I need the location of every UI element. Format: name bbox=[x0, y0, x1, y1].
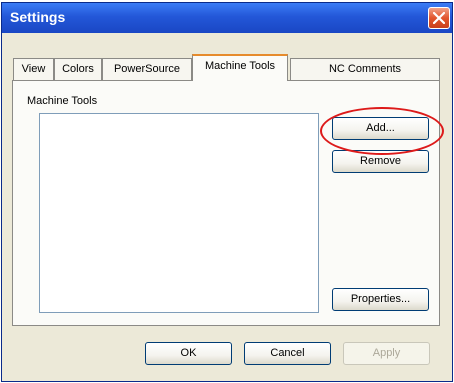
add-button-label: Add... bbox=[366, 122, 395, 134]
cancel-button[interactable]: Cancel bbox=[244, 342, 331, 365]
add-button[interactable]: Add... bbox=[332, 117, 429, 140]
tab-label: Machine Tools bbox=[204, 60, 276, 72]
properties-button[interactable]: Properties... bbox=[332, 288, 429, 311]
cancel-button-label: Cancel bbox=[270, 347, 305, 359]
ok-button[interactable]: OK bbox=[145, 342, 232, 365]
title-bar[interactable]: Settings bbox=[2, 3, 452, 33]
properties-button-label: Properties... bbox=[350, 293, 411, 305]
tab-label: Colors bbox=[62, 63, 94, 75]
machine-tools-label: Machine Tools bbox=[27, 95, 98, 107]
remove-button-label: Remove bbox=[360, 155, 401, 167]
window-title: Settings bbox=[10, 9, 66, 25]
tab-label: View bbox=[21, 63, 46, 75]
tab-label: NC Comments bbox=[328, 63, 402, 75]
apply-button-label: Apply bbox=[372, 347, 401, 359]
ok-button-label: OK bbox=[180, 347, 197, 359]
remove-button[interactable]: Remove bbox=[332, 150, 429, 173]
tab-nc-comments[interactable]: NC Comments bbox=[290, 58, 440, 80]
tab-view[interactable]: View bbox=[13, 58, 54, 80]
machine-tools-list[interactable] bbox=[39, 113, 319, 313]
apply-button[interactable]: Apply bbox=[343, 342, 430, 365]
tab-machine-tools[interactable]: Machine Tools bbox=[192, 54, 288, 81]
close-icon bbox=[433, 12, 445, 24]
tab-label: PowerSource bbox=[113, 63, 181, 75]
close-button[interactable] bbox=[428, 7, 450, 29]
tab-colors[interactable]: Colors bbox=[54, 58, 102, 80]
tab-powersource[interactable]: PowerSource bbox=[102, 58, 192, 80]
